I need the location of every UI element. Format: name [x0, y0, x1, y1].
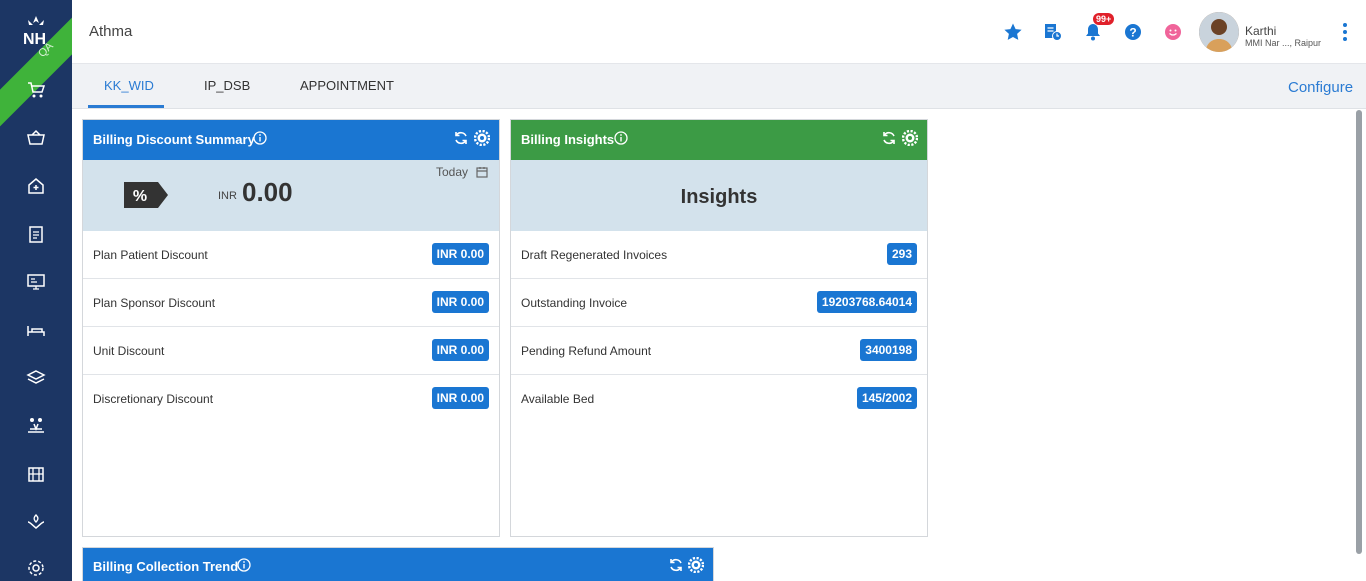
row-label: Plan Patient Discount	[93, 248, 208, 262]
more-menu-icon[interactable]	[1342, 22, 1348, 42]
list-item: Plan Sponsor Discount INR 0.00	[83, 279, 499, 327]
refresh-icon[interactable]	[881, 130, 897, 146]
list-item: Draft Regenerated Invoices 293	[511, 231, 927, 279]
list-item: Pending Refund Amount 3400198	[511, 327, 927, 375]
card-settings-gear-icon[interactable]	[901, 129, 919, 147]
row-value[interactable]: 3400198	[860, 339, 917, 361]
help-icon[interactable]: ?	[1123, 22, 1143, 42]
schedule-doc-icon[interactable]	[1043, 22, 1063, 42]
card-header: Billing Discount Summary	[83, 120, 499, 160]
clipboard-icon[interactable]	[24, 222, 48, 246]
top-header: Athma 99+ ? Karthi MMI Nar ..., Raipur	[72, 0, 1366, 64]
notification-count-badge: 99+	[1093, 13, 1115, 25]
insights-heading: Insights	[680, 186, 758, 208]
card-header: Billing Insights	[511, 120, 927, 160]
card-settings-gear-icon[interactable]	[687, 556, 705, 574]
basket-icon[interactable]	[24, 126, 48, 150]
app-title: Athma	[89, 23, 133, 40]
settings-icon[interactable]	[24, 556, 48, 580]
store-icon[interactable]	[24, 462, 48, 486]
user-avatar[interactable]	[1199, 12, 1239, 52]
row-label: Pending Refund Amount	[521, 344, 652, 358]
calendar-icon[interactable]	[476, 165, 488, 183]
row-label: Unit Discount	[93, 344, 165, 358]
lab-icon[interactable]	[24, 414, 48, 438]
row-value[interactable]: 293	[886, 243, 917, 265]
info-icon[interactable]	[253, 131, 267, 145]
bed-icon[interactable]	[24, 318, 48, 342]
row-value[interactable]: INR 0.00	[431, 291, 489, 313]
list-item: Discretionary Discount INR 0.00	[83, 375, 499, 423]
chat-support-icon[interactable]	[1163, 22, 1183, 42]
billing-insights-card: Billing Insights Insights Draft Regenera…	[510, 119, 928, 537]
list-item: Available Bed 145/2002	[511, 375, 927, 423]
info-icon[interactable]	[237, 558, 251, 572]
user-name: Karthi	[1245, 24, 1277, 38]
billing-collection-trend-card: Billing Collection Trend	[82, 547, 714, 581]
care-hands-icon[interactable]	[24, 510, 48, 534]
tab-appointment[interactable]: APPOINTMENT	[300, 78, 394, 93]
sidebar: NH QA	[0, 0, 72, 581]
billing-discount-summary-card: Billing Discount Summary % INR 0.00 Toda…	[82, 119, 500, 537]
row-value[interactable]: 19203768.64014	[816, 291, 917, 313]
layers-icon[interactable]	[24, 366, 48, 390]
total-currency: INR	[218, 190, 237, 202]
card-header: Billing Collection Trend	[83, 548, 713, 581]
row-label: Draft Regenerated Invoices	[521, 248, 668, 262]
tab-ip-dsb[interactable]: IP_DSB	[204, 78, 250, 93]
monitor-icon[interactable]	[24, 270, 48, 294]
cart-icon[interactable]	[24, 78, 48, 102]
dashboard-tabs: KK_WID IP_DSB APPOINTMENT Configure	[72, 64, 1366, 109]
row-value[interactable]: INR 0.00	[431, 387, 489, 409]
list-item: Unit Discount INR 0.00	[83, 327, 499, 375]
row-label: Outstanding Invoice	[521, 296, 628, 310]
card-title: Billing Collection Trend	[93, 559, 239, 574]
info-icon[interactable]	[614, 131, 628, 145]
row-value[interactable]: INR 0.00	[431, 339, 489, 361]
refresh-icon[interactable]	[668, 557, 684, 573]
row-value[interactable]: INR 0.00	[431, 243, 489, 265]
period-label[interactable]: Today	[436, 165, 468, 179]
discount-total-band: % INR 0.00 Today	[83, 160, 499, 231]
user-location: MMI Nar ..., Raipur	[1245, 38, 1322, 48]
row-label: Plan Sponsor Discount	[93, 296, 216, 310]
percent-tag-icon: %	[124, 182, 168, 213]
configure-link[interactable]: Configure	[1288, 79, 1353, 96]
list-item: Plan Patient Discount INR 0.00	[83, 231, 499, 279]
total-discount-value: 0.00	[242, 177, 293, 207]
insights-band: Insights	[511, 160, 927, 231]
tab-kk-wid[interactable]: KK_WID	[104, 78, 154, 93]
row-label: Discretionary Discount	[93, 392, 214, 406]
list-item: Outstanding Invoice 19203768.64014	[511, 279, 927, 327]
svg-text:?: ?	[1129, 26, 1136, 40]
favorites-star-icon[interactable]	[1003, 22, 1023, 42]
row-label: Available Bed	[521, 392, 595, 406]
card-title: Billing Insights	[521, 132, 615, 147]
page-scrollbar[interactable]	[1356, 110, 1362, 554]
row-value[interactable]: 145/2002	[856, 387, 917, 409]
refresh-icon[interactable]	[453, 130, 469, 146]
home-plus-icon[interactable]	[24, 174, 48, 198]
card-settings-gear-icon[interactable]	[473, 129, 491, 147]
notification-bell-icon[interactable]	[1083, 22, 1103, 42]
card-title: Billing Discount Summary	[93, 132, 255, 147]
svg-text:%: %	[133, 188, 147, 205]
active-tab-indicator	[88, 105, 164, 108]
